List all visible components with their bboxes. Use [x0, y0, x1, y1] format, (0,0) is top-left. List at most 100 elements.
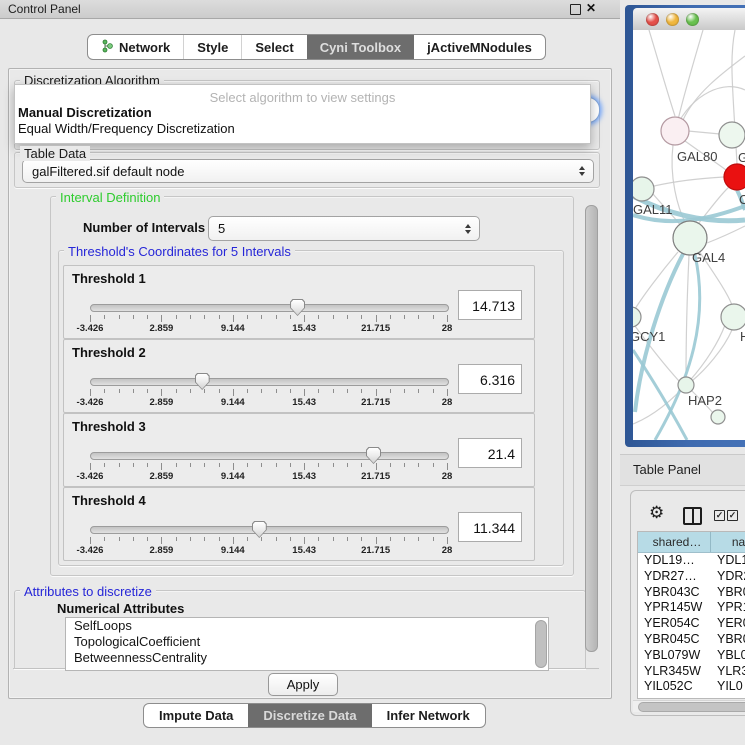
vertical-scrollbar[interactable] — [585, 205, 598, 652]
spinner-arrows-icon[interactable] — [574, 166, 590, 176]
tick-label: 2.859 — [150, 471, 174, 482]
tick-mark — [133, 389, 134, 393]
network-canvas[interactable]: GAL80GACGAL11GAL4GCY1HHAP2 — [633, 30, 745, 440]
threshold-slider-track[interactable] — [90, 304, 449, 312]
algorithm-option-manual-discretization[interactable]: Manual Discretization — [18, 105, 578, 121]
network-node-gal11[interactable] — [633, 177, 654, 201]
table-cell[interactable]: YBR0 — [711, 632, 745, 648]
table-row[interactable]: YBR045CYBR0 — [638, 632, 745, 648]
checkbox-icon[interactable]: ✓ — [727, 510, 738, 521]
algorithm-option-equal-width-frequency-discretization[interactable]: Equal Width/Frequency Discretization — [18, 121, 578, 137]
table-cell[interactable]: YDL19… — [638, 553, 711, 569]
network-node-label: GAL4 — [692, 250, 725, 265]
network-node-ga[interactable] — [719, 122, 745, 148]
tick-mark — [247, 463, 248, 467]
table-row[interactable]: YBL079WYBL0 — [638, 648, 745, 664]
network-node-c[interactable] — [724, 164, 745, 190]
number-of-intervals-label: Number of Intervals — [83, 220, 205, 235]
table-row[interactable]: YLR345WYLR3 — [638, 664, 745, 680]
table-cell[interactable]: YBR043C — [638, 585, 711, 601]
table-cell[interactable]: YER054C — [638, 616, 711, 632]
table-row[interactable]: YIL052CYIL0 — [638, 679, 745, 695]
float-window-icon[interactable] — [570, 4, 581, 15]
threshold-value-field[interactable]: 14.713 — [458, 290, 522, 320]
network-node-unlabeled[interactable] — [711, 410, 725, 424]
columns-icon[interactable] — [683, 507, 702, 525]
network-node-gal80[interactable] — [661, 117, 689, 145]
threshold-slider-thumb[interactable] — [290, 299, 305, 316]
table-cell[interactable]: YDL1 — [711, 553, 745, 569]
threshold-value-field[interactable]: 11.344 — [458, 512, 522, 542]
tick-mark — [404, 315, 405, 319]
close-icon[interactable]: ✕ — [586, 1, 596, 15]
apply-button[interactable]: Apply — [268, 673, 338, 696]
column-header-shared[interactable]: shared… — [638, 532, 711, 552]
spinner-arrows-icon[interactable] — [460, 224, 476, 234]
table-cell[interactable]: YDR2 — [711, 569, 745, 585]
table-cell[interactable]: YPR145W — [638, 600, 711, 616]
table-cell[interactable]: YLR345W — [638, 664, 711, 680]
threshold-slider-thumb[interactable] — [366, 447, 381, 464]
gear-icon[interactable]: ⚙ — [649, 503, 664, 523]
table-cell[interactable]: YBL0 — [711, 648, 745, 664]
table-cell[interactable]: YPR1 — [711, 600, 745, 616]
table-data-combobox[interactable]: galFiltered.sif default node — [22, 159, 594, 183]
list-scrollbar[interactable] — [535, 620, 547, 668]
network-node-gcy1[interactable] — [633, 307, 641, 327]
table-row[interactable]: YBR043CYBR0 — [638, 585, 745, 601]
table-row[interactable]: YDL19…YDL1 — [638, 553, 745, 569]
threshold-slider-track[interactable] — [90, 452, 449, 460]
attribute-item-betweennesscentrality[interactable]: BetweennessCentrality — [66, 650, 548, 666]
number-of-intervals-combobox[interactable]: 5 — [208, 216, 480, 241]
table-cell[interactable]: YIL052C — [638, 679, 711, 695]
tick-mark — [361, 463, 362, 467]
table-cell[interactable]: YER0 — [711, 616, 745, 632]
tab-infer-network[interactable]: Infer Network — [372, 704, 485, 727]
threshold-value-field[interactable]: 21.4 — [458, 438, 522, 468]
attribute-item-topologicalcoefficient[interactable]: TopologicalCoefficient — [66, 634, 548, 650]
tab-network[interactable]: Network — [88, 35, 183, 59]
table-row[interactable]: YPR145WYPR1 — [638, 600, 745, 616]
network-node-hap2[interactable] — [678, 377, 694, 393]
tick-label: -3.426 — [77, 397, 104, 408]
network-node-h[interactable] — [721, 304, 745, 330]
threshold-slider-track[interactable] — [90, 526, 449, 534]
table-row[interactable]: YER054CYER0 — [638, 616, 745, 632]
table-cell[interactable]: YDR27… — [638, 569, 711, 585]
table-cell[interactable]: YBR045C — [638, 632, 711, 648]
table-cell[interactable]: YLR3 — [711, 664, 745, 680]
threshold-label: Threshold 4 — [72, 493, 146, 508]
tab-impute-data[interactable]: Impute Data — [144, 704, 248, 727]
tick-mark — [361, 315, 362, 319]
table-header-row: shared…na — [638, 532, 745, 553]
tab-discretize-data[interactable]: Discretize Data — [248, 704, 371, 727]
checkbox-icon[interactable]: ✓ — [714, 510, 725, 521]
minimize-traffic-light-icon[interactable] — [666, 13, 679, 26]
tab-select[interactable]: Select — [241, 35, 306, 59]
network-window-titlebar[interactable] — [633, 8, 745, 31]
tick-mark — [333, 389, 334, 393]
table-cell[interactable]: YIL0 — [711, 679, 745, 695]
interval-definition-title: Interval Definition — [56, 190, 164, 205]
tick-mark — [404, 463, 405, 467]
horizontal-scrollbar[interactable] — [633, 700, 745, 712]
tab-cyni-toolbox[interactable]: Cyni Toolbox — [307, 35, 414, 59]
tab-style[interactable]: Style — [183, 35, 241, 59]
threshold-slider-thumb[interactable] — [252, 521, 267, 538]
table-cell[interactable]: YBL079W — [638, 648, 711, 664]
attribute-item-selfloops[interactable]: SelfLoops — [66, 618, 548, 634]
zoom-traffic-light-icon[interactable] — [686, 13, 699, 26]
threshold-panel-4: Threshold 4-3.4262.8599.14415.4321.71528… — [63, 487, 535, 561]
table-row[interactable]: YDR27…YDR2 — [638, 569, 745, 585]
network-edge — [707, 226, 745, 243]
threshold-slider-track[interactable] — [90, 378, 449, 386]
column-header-na[interactable]: na — [711, 532, 745, 552]
close-traffic-light-icon[interactable] — [646, 13, 659, 26]
control-panel-titlebar: Control Panel ✕ — [0, 0, 620, 19]
tick-label: 9.144 — [221, 323, 245, 334]
threshold-value-field[interactable]: 6.316 — [458, 364, 522, 394]
tick-mark — [376, 315, 377, 322]
threshold-slider-thumb[interactable] — [195, 373, 210, 390]
table-cell[interactable]: YBR0 — [711, 585, 745, 601]
tab-jactivemnodules[interactable]: jActiveMNodules — [414, 35, 545, 59]
